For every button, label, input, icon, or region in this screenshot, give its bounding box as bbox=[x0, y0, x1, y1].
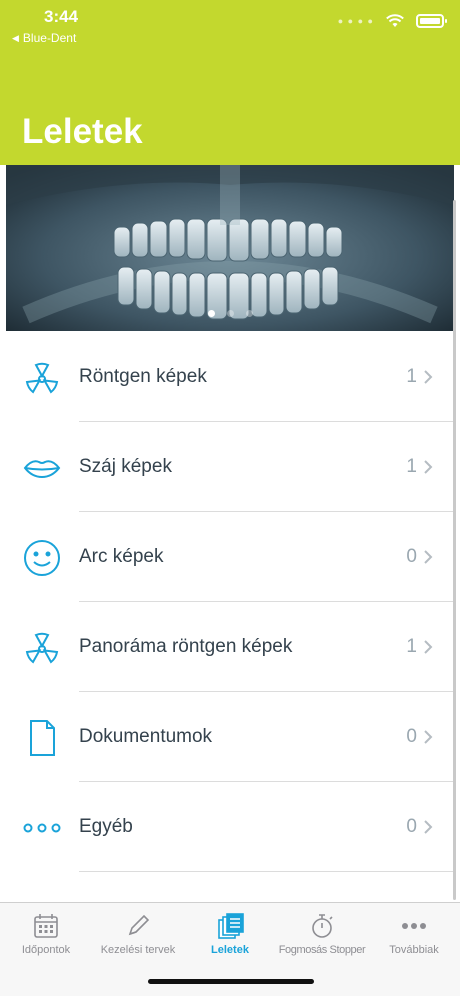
list-item-arc-kepek[interactable]: Arc képek 0 bbox=[0, 512, 453, 602]
list-item-panorama-rontgen-kepek[interactable]: Panoráma röntgen képek 1 bbox=[0, 602, 453, 692]
page-title: Leletek bbox=[22, 112, 143, 151]
home-indicator[interactable] bbox=[148, 979, 314, 984]
smiley-face-icon bbox=[22, 538, 62, 578]
list-item-count: 1 bbox=[406, 456, 417, 477]
list-item-label: Egyéb bbox=[79, 816, 133, 837]
divider bbox=[79, 871, 453, 872]
tab-label: Továbbiak bbox=[389, 944, 439, 956]
documents-stack-icon bbox=[216, 913, 244, 939]
wifi-icon bbox=[386, 14, 404, 27]
list-item-label: Panoráma röntgen képek bbox=[79, 636, 293, 657]
tab-label: Fogmosás Stopper bbox=[278, 944, 366, 956]
tab-kezelesi-tervek[interactable]: Kezelési tervek bbox=[92, 903, 184, 963]
status-time: 3:44 bbox=[44, 7, 79, 26]
scroll-indicator[interactable] bbox=[453, 200, 456, 900]
radiation-icon bbox=[22, 628, 62, 668]
page-dot bbox=[245, 310, 253, 317]
chevron-right-icon bbox=[424, 460, 433, 474]
results-list: Röntgen képek 1 Száj képek 1 Arc képek 0 bbox=[0, 332, 453, 872]
list-item-label: Dokumentumok bbox=[79, 726, 213, 747]
chevron-right-icon bbox=[424, 550, 433, 564]
lips-icon bbox=[22, 448, 62, 488]
list-item-szaj-kepek[interactable]: Száj képek 1 bbox=[0, 422, 453, 512]
signal-icon: ● ● ● ● bbox=[337, 16, 374, 26]
list-item-egyeb[interactable]: Egyéb 0 bbox=[0, 782, 453, 872]
navigation-header: 3:44 ◀ Blue-Dent ● ● ● ● Leletek bbox=[0, 0, 460, 165]
list-item-label: Száj képek bbox=[79, 456, 172, 477]
calendar-icon bbox=[32, 913, 60, 939]
chevron-right-icon bbox=[424, 640, 433, 654]
list-item-label: Röntgen képek bbox=[79, 366, 207, 387]
list-item-dokumentumok[interactable]: Dokumentumok 0 bbox=[0, 692, 453, 782]
list-item-label: Arc képek bbox=[79, 546, 164, 567]
tab-label: Leletek bbox=[211, 944, 249, 956]
list-item-rontgen-kepek[interactable]: Röntgen képek 1 bbox=[0, 332, 453, 422]
chevron-right-icon bbox=[424, 820, 433, 834]
radiation-icon bbox=[22, 358, 62, 398]
status-indicators: ● ● ● ● bbox=[337, 14, 447, 28]
back-arrow-icon: ◀ bbox=[12, 32, 19, 43]
more-icon bbox=[400, 913, 428, 939]
list-item-count: 0 bbox=[406, 726, 417, 747]
list-item-count: 1 bbox=[406, 366, 417, 387]
back-app-label: Blue-Dent bbox=[22, 31, 77, 45]
xray-banner-carousel[interactable] bbox=[6, 165, 454, 331]
tab-leletek[interactable]: Leletek bbox=[184, 903, 276, 963]
tab-label: Kezelési tervek bbox=[100, 944, 176, 956]
tab-idopontok[interactable]: Időpontok bbox=[0, 903, 92, 963]
dental-xray-image bbox=[6, 165, 454, 331]
list-item-count: 1 bbox=[406, 636, 417, 657]
more-dots-icon bbox=[22, 808, 62, 848]
tab-label: Időpontok bbox=[21, 944, 71, 956]
stopwatch-icon bbox=[308, 913, 336, 939]
list-item-count: 0 bbox=[406, 546, 417, 567]
battery-icon bbox=[416, 14, 447, 28]
tab-fogmosas-stopper[interactable]: Fogmosás Stopper bbox=[276, 903, 368, 963]
tab-tovabbiak[interactable]: Továbbiak bbox=[368, 903, 460, 963]
document-icon bbox=[22, 718, 62, 758]
page-dot bbox=[207, 310, 215, 317]
carousel-page-indicator[interactable] bbox=[6, 310, 454, 317]
list-item-count: 0 bbox=[406, 816, 417, 837]
chevron-right-icon bbox=[424, 730, 433, 744]
chevron-right-icon bbox=[424, 370, 433, 384]
back-to-app-link[interactable]: ◀ Blue-Dent bbox=[12, 31, 76, 45]
page-dot bbox=[226, 310, 234, 317]
pencil-icon bbox=[124, 913, 152, 939]
